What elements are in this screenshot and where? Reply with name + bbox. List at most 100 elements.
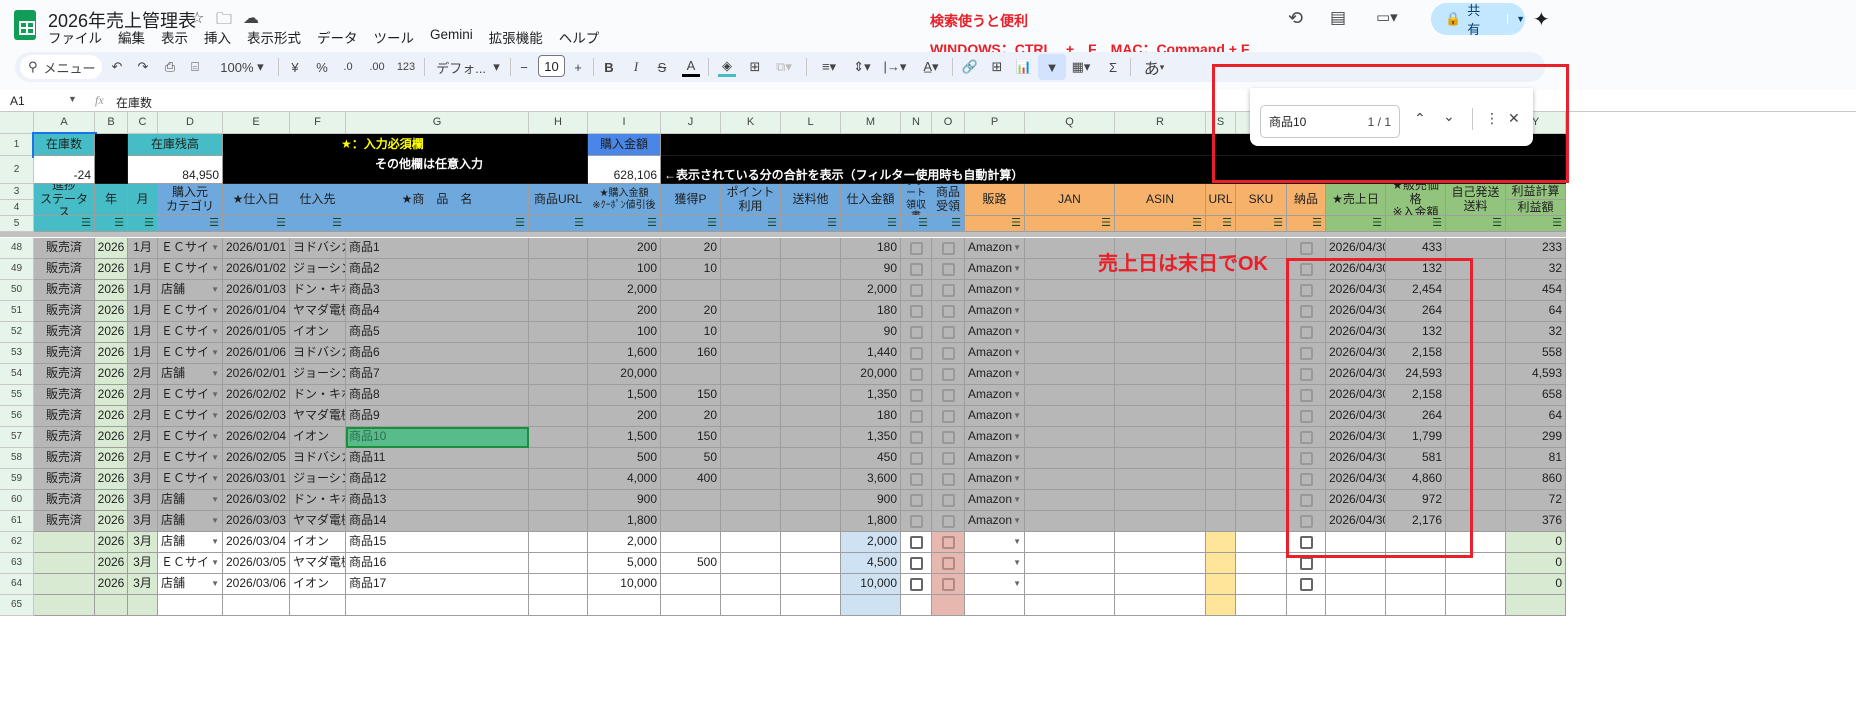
row-number[interactable]: 60 bbox=[0, 490, 34, 511]
row-number[interactable]: 4 bbox=[0, 200, 34, 216]
checkbox-icon[interactable] bbox=[1299, 241, 1313, 255]
points-cell[interactable] bbox=[661, 532, 721, 553]
input-tools-button[interactable]: あ ▾ bbox=[1140, 57, 1168, 78]
filter-icon[interactable]: ☰ bbox=[1386, 216, 1446, 232]
month-cell[interactable]: 1月 bbox=[128, 301, 158, 322]
chevron-down-icon[interactable]: ▼ bbox=[1013, 327, 1021, 336]
row-number[interactable]: 48 bbox=[0, 238, 34, 259]
cell-l[interactable] bbox=[781, 469, 841, 490]
cell-r[interactable] bbox=[1115, 406, 1206, 427]
receipt-checkbox[interactable] bbox=[901, 364, 932, 385]
cost-cell[interactable]: 2,000 bbox=[841, 280, 901, 301]
column-header-p[interactable]: P bbox=[965, 112, 1025, 134]
cell-k[interactable] bbox=[721, 574, 781, 595]
cost-cell[interactable]: 1,350 bbox=[841, 427, 901, 448]
cell-k[interactable] bbox=[721, 595, 781, 616]
month-cell[interactable]: 3月 bbox=[128, 469, 158, 490]
checkbox-icon[interactable] bbox=[909, 262, 923, 276]
cell-l[interactable] bbox=[781, 595, 841, 616]
supplier-cell[interactable]: イオン bbox=[290, 532, 346, 553]
row-number[interactable]: 56 bbox=[0, 406, 34, 427]
profit-cell[interactable]: 0 bbox=[1506, 532, 1566, 553]
received-checkbox[interactable] bbox=[932, 322, 965, 343]
status-cell[interactable] bbox=[34, 574, 95, 595]
category-dropdown[interactable]: ＥＣサイ ▼ bbox=[158, 448, 223, 469]
profit-cell[interactable]: 64 bbox=[1506, 301, 1566, 322]
row-number[interactable]: 1 bbox=[0, 134, 34, 156]
column-header-k[interactable]: K bbox=[721, 112, 781, 134]
filter-icon[interactable]: ☰ bbox=[1025, 216, 1115, 232]
supplier-cell[interactable]: ヤマダ電機 bbox=[290, 511, 346, 532]
checkbox-icon[interactable] bbox=[909, 388, 923, 402]
category-dropdown[interactable]: 店舗 ▼ bbox=[158, 490, 223, 511]
profit-cell[interactable]: 4,593 bbox=[1506, 364, 1566, 385]
cell-h[interactable] bbox=[529, 553, 588, 574]
cell-k[interactable] bbox=[721, 406, 781, 427]
year-cell[interactable]: 2026 bbox=[95, 343, 128, 364]
cell-t[interactable] bbox=[1236, 343, 1287, 364]
year-cell[interactable]: 2026 bbox=[95, 238, 128, 259]
points-cell[interactable] bbox=[661, 280, 721, 301]
supplier-cell[interactable]: イオン bbox=[290, 427, 346, 448]
cell-y[interactable] bbox=[1506, 595, 1566, 616]
cell-a[interactable] bbox=[34, 595, 95, 616]
supplier-cell[interactable]: ヤマダ電機 bbox=[290, 406, 346, 427]
cell-h[interactable] bbox=[529, 238, 588, 259]
product-name-cell[interactable]: 商品4 bbox=[346, 301, 529, 322]
product-name-cell[interactable]: 商品11 bbox=[346, 448, 529, 469]
stock-balance-value[interactable]: 84,950 bbox=[128, 156, 223, 184]
cell-r[interactable] bbox=[1115, 280, 1206, 301]
chevron-down-icon[interactable]: ▼ bbox=[211, 474, 219, 483]
row-number[interactable]: 50 bbox=[0, 280, 34, 301]
cell-l[interactable] bbox=[781, 280, 841, 301]
profit-cell[interactable]: 299 bbox=[1506, 427, 1566, 448]
more-formats-button[interactable]: 123 bbox=[395, 57, 417, 77]
cell-v[interactable] bbox=[1326, 595, 1386, 616]
filter-icon[interactable]: ☰ bbox=[223, 216, 290, 232]
cell-s[interactable] bbox=[1206, 574, 1236, 595]
menu-gemini[interactable]: Gemini bbox=[430, 27, 473, 47]
checkbox-icon[interactable] bbox=[909, 409, 923, 423]
cell-x[interactable] bbox=[1446, 595, 1506, 616]
cell-h[interactable] bbox=[529, 385, 588, 406]
product-name-cell[interactable]: 商品5 bbox=[346, 322, 529, 343]
category-dropdown[interactable]: ＥＣサイ ▼ bbox=[158, 427, 223, 448]
cell-q[interactable] bbox=[1025, 301, 1115, 322]
supplier-cell[interactable]: イオン bbox=[290, 322, 346, 343]
comments-icon[interactable]: ▤ bbox=[1330, 8, 1346, 28]
product-name-cell[interactable]: 商品1 bbox=[346, 238, 529, 259]
chevron-down-icon[interactable]: ▼ bbox=[211, 369, 219, 378]
supplier-cell[interactable]: ジョーシン bbox=[290, 364, 346, 385]
product-name-cell[interactable]: 商品7 bbox=[346, 364, 529, 385]
received-checkbox[interactable] bbox=[932, 364, 965, 385]
cell-l[interactable] bbox=[781, 490, 841, 511]
column-header-i[interactable]: I bbox=[588, 112, 661, 134]
supplier-cell[interactable]: イオン bbox=[290, 574, 346, 595]
functions-button[interactable]: Σ bbox=[1106, 57, 1120, 77]
cell-s[interactable] bbox=[1206, 490, 1236, 511]
cell-b[interactable] bbox=[95, 595, 128, 616]
row-number[interactable]: 51 bbox=[0, 301, 34, 322]
purchase-amount-cell[interactable]: 200 bbox=[588, 406, 661, 427]
insert-chart-icon[interactable]: 📊 bbox=[1015, 57, 1033, 77]
month-cell[interactable]: 3月 bbox=[128, 511, 158, 532]
purchase-date-cell[interactable]: 2026/02/05 bbox=[223, 448, 290, 469]
cell-q[interactable] bbox=[1025, 385, 1115, 406]
month-cell[interactable]: 1月 bbox=[128, 238, 158, 259]
filter-icon[interactable]: ☰ bbox=[128, 216, 158, 232]
cell-k[interactable] bbox=[721, 427, 781, 448]
receipt-checkbox[interactable] bbox=[901, 574, 932, 595]
cell-h[interactable] bbox=[529, 301, 588, 322]
cell-s[interactable] bbox=[1206, 595, 1236, 616]
profit-cell[interactable]: 558 bbox=[1506, 343, 1566, 364]
font-size-increase[interactable]: + bbox=[571, 57, 585, 77]
chevron-down-icon[interactable]: ▼ bbox=[1013, 537, 1021, 546]
text-wrap-icon[interactable]: |→▾ bbox=[882, 57, 908, 77]
year-cell[interactable]: 2026 bbox=[95, 490, 128, 511]
cell-h[interactable] bbox=[529, 427, 588, 448]
cost-cell[interactable]: 180 bbox=[841, 301, 901, 322]
checkbox-icon[interactable] bbox=[909, 577, 923, 591]
supplier-cell[interactable]: ヤマダ電機 bbox=[290, 553, 346, 574]
vertical-align-icon[interactable]: ⇕▾ bbox=[849, 57, 875, 77]
checkbox-icon[interactable] bbox=[909, 283, 923, 297]
